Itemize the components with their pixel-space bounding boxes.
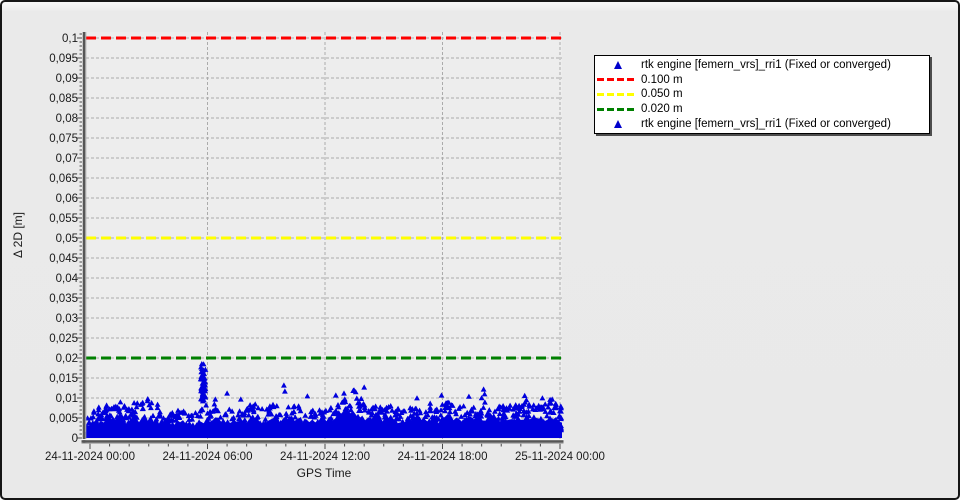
x-tick-label: 24-11-2024 00:00 xyxy=(45,451,135,463)
triangle-marker-icon xyxy=(595,119,641,128)
legend-label: rtk engine [femern_vrs]_rri1 (Fixed or c… xyxy=(641,59,891,72)
legend-label: 0.020 m xyxy=(641,103,683,116)
y-axis-line xyxy=(82,32,86,443)
legend-row: 0.100 m xyxy=(595,73,929,88)
y-tick-label: 0,03 xyxy=(56,313,78,325)
y-axis-title: Δ 2D [m] xyxy=(11,212,25,258)
y-tick-label: 0 xyxy=(72,433,78,445)
y-tick-label: 0,1 xyxy=(62,33,78,45)
legend-row: rtk engine [femern_vrs]_rri1 (Fixed or c… xyxy=(595,116,929,131)
x-tick-label: 25-11-2024 00:00 xyxy=(515,451,605,463)
y-tick-label: 0,045 xyxy=(49,253,78,265)
y-tick-label: 0,025 xyxy=(49,333,78,345)
chart-window: 25-11-2024 00:00 24-11-2024 18:00 24-11-20… xyxy=(0,0,960,500)
x-tick-label: 24-11-2024 06:00 xyxy=(163,451,253,463)
legend-label: 0.100 m xyxy=(641,73,683,86)
legend-row: rtk engine [femern_vrs]_rri1 (Fixed or c… xyxy=(595,58,929,73)
y-axis-line xyxy=(85,32,87,443)
legend-row: 0.020 m xyxy=(595,102,929,117)
y-tick-label: 0,095 xyxy=(49,53,78,65)
y-tick-label: 0,075 xyxy=(49,133,78,145)
y-tick-label: 0,04 xyxy=(56,273,79,285)
y-tick-label: 0,055 xyxy=(49,213,78,225)
y-tick-label: 0,05 xyxy=(56,233,78,245)
y-tick-label: 0,07 xyxy=(56,153,78,165)
triangle-marker-icon xyxy=(595,61,641,70)
y-tick-label: 0,065 xyxy=(49,173,78,185)
x-tick-label: 24-11-2024 18:00 xyxy=(398,451,488,463)
dashed-line-icon xyxy=(595,107,641,111)
y-tick-label: 0,08 xyxy=(56,113,78,125)
y-tick-label: 0,005 xyxy=(49,413,78,425)
legend-label: 0.050 m xyxy=(641,88,683,101)
x-axis-line xyxy=(81,439,564,441)
x-axis-line xyxy=(81,442,564,444)
legend-label: rtk engine [femern_vrs]_rri1 (Fixed or c… xyxy=(641,117,891,130)
y-tick-label: 0,015 xyxy=(49,373,78,385)
dashed-line-icon xyxy=(595,92,641,96)
y-tick-label: 0,085 xyxy=(49,93,78,105)
x-axis-line xyxy=(81,440,564,443)
dashed-line-icon xyxy=(595,78,641,82)
y-tick-label: 0,035 xyxy=(49,293,78,305)
y-tick-label: 0,02 xyxy=(56,353,78,365)
x-axis-title: GPS Time xyxy=(297,466,352,480)
legend-box[interactable]: rtk engine [femern_vrs]_rri1 (Fixed or c… xyxy=(594,55,930,134)
legend-row: 0.050 m xyxy=(595,87,929,102)
y-tick-label: 0,06 xyxy=(56,193,78,205)
y-tick-label: 0,09 xyxy=(56,73,78,85)
x-tick-label: 24-11-2024 12:00 xyxy=(280,451,370,463)
y-tick-label: 0,01 xyxy=(56,393,78,405)
